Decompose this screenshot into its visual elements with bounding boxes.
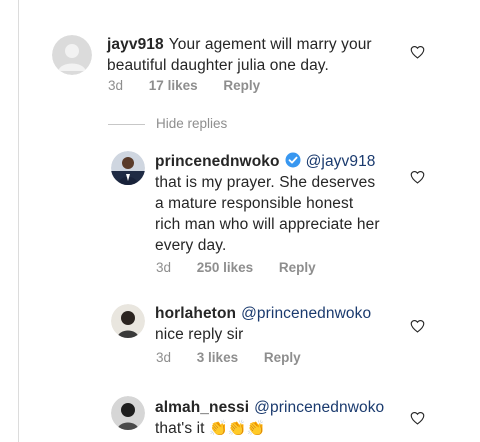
- comment-time: 3d: [156, 350, 172, 365]
- heart-outline-icon[interactable]: [410, 319, 425, 333]
- avatar[interactable]: [111, 396, 145, 430]
- comment-text: horlaheton @princenednwoko nice reply sir: [155, 305, 372, 343]
- mention-link[interactable]: @jayv918: [306, 153, 376, 170]
- comment-username[interactable]: almah_nessi: [155, 399, 249, 416]
- likes-count[interactable]: 250 likes: [197, 260, 253, 275]
- hide-replies-line: [108, 124, 145, 125]
- likes-count[interactable]: 17 likes: [149, 78, 198, 93]
- comment-meta: 3d 17 likes Reply: [108, 78, 282, 93]
- avatar[interactable]: [111, 151, 145, 185]
- mention-link[interactable]: @princenednwoko: [254, 399, 384, 416]
- heart-outline-icon[interactable]: [410, 45, 425, 59]
- comment-username[interactable]: princenednwoko: [155, 153, 280, 170]
- comment-meta: 3d 250 likes Reply: [156, 260, 338, 275]
- comment-time: 3d: [156, 260, 172, 275]
- comment-text: princenednwoko @jayv918 that is my praye…: [155, 152, 380, 254]
- avatar[interactable]: [52, 35, 92, 75]
- hide-replies-label: Hide replies: [156, 116, 228, 131]
- comment-text: almah_nessi @princenednwoko that's it 👏👏👏: [155, 399, 385, 437]
- reply-button[interactable]: Reply: [264, 350, 301, 365]
- verified-badge-icon: [285, 152, 301, 168]
- comment-username[interactable]: horlaheton: [155, 305, 236, 322]
- comment-meta: 3d 3 likes Reply: [156, 350, 323, 365]
- clapping-hands-emoji: 👏👏👏: [208, 420, 266, 437]
- reply-button[interactable]: Reply: [223, 78, 260, 93]
- reply-button[interactable]: Reply: [279, 260, 316, 275]
- comment-text: jayv918 Your agement will marry your beau…: [107, 36, 372, 74]
- thread-left-border: [18, 0, 19, 442]
- comment-time: 3d: [108, 78, 124, 93]
- heart-outline-icon[interactable]: [410, 411, 425, 425]
- likes-count[interactable]: 3 likes: [197, 350, 238, 365]
- mention-link[interactable]: @princenednwoko: [241, 305, 371, 322]
- comment-username[interactable]: jayv918: [107, 36, 164, 53]
- heart-outline-icon[interactable]: [410, 170, 425, 184]
- avatar[interactable]: [111, 304, 145, 338]
